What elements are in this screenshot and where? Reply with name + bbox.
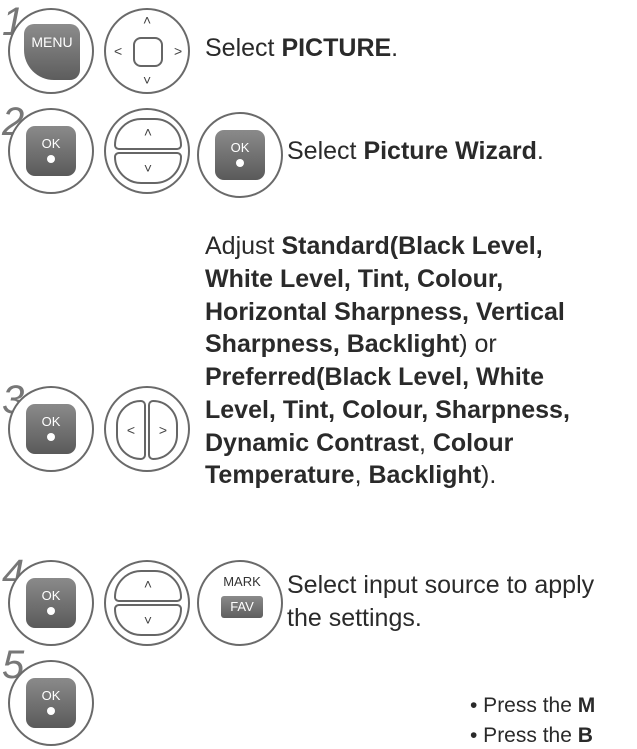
dpad-button[interactable]: ˄ ˅ < > <box>104 8 190 94</box>
menu-key: MENU <box>24 24 80 80</box>
step-2-instruction: Select Picture Wizard. <box>287 137 544 165</box>
ok-button-5[interactable]: OK <box>8 660 94 746</box>
updown-button[interactable]: ˄ ˅ <box>104 108 190 194</box>
bullet-2: • Press the B <box>470 724 593 747</box>
mark-fav-button[interactable]: MARK FAV <box>197 560 283 646</box>
arrow-left-icon: < <box>116 400 146 460</box>
arrow-right-icon: > <box>148 400 178 460</box>
arrow-down-icon: ˅ <box>114 152 182 184</box>
menu-button[interactable]: MENU <box>8 8 94 94</box>
ok-button-1[interactable]: OK <box>8 108 94 194</box>
updown-button[interactable]: ˄ ˅ <box>104 560 190 646</box>
ok-button-3[interactable]: OK <box>8 386 94 472</box>
arrow-down-icon: ˅ <box>143 72 152 88</box>
ok-button-2[interactable]: OK <box>197 112 283 198</box>
mark-label: MARK <box>223 574 261 589</box>
fav-key: FAV <box>221 596 263 618</box>
step-4-instruction: Select input source to apply the settings… <box>287 571 595 632</box>
arrow-up-icon: ˄ <box>114 570 182 602</box>
step-3-instruction: Adjust Standard(Black Level, White Level… <box>205 232 570 490</box>
ok-key: OK <box>26 404 76 454</box>
arrow-up-icon: ˄ <box>143 12 152 28</box>
leftright-button[interactable]: < > <box>104 386 190 472</box>
ok-key: OK <box>26 126 76 176</box>
arrow-up-icon: ˄ <box>114 118 182 150</box>
dpad-center-icon <box>133 37 163 67</box>
ok-key: OK <box>26 578 76 628</box>
bullet-1: • Press the M <box>470 694 596 717</box>
arrow-down-icon: ˅ <box>114 604 182 636</box>
ok-key: OK <box>26 678 76 728</box>
ok-key: OK <box>215 130 265 180</box>
arrow-left-icon: < <box>114 43 123 59</box>
step-1-instruction: Select PICTURE. <box>205 34 399 62</box>
arrow-right-icon: > <box>174 43 183 59</box>
ok-button-4[interactable]: OK <box>8 560 94 646</box>
